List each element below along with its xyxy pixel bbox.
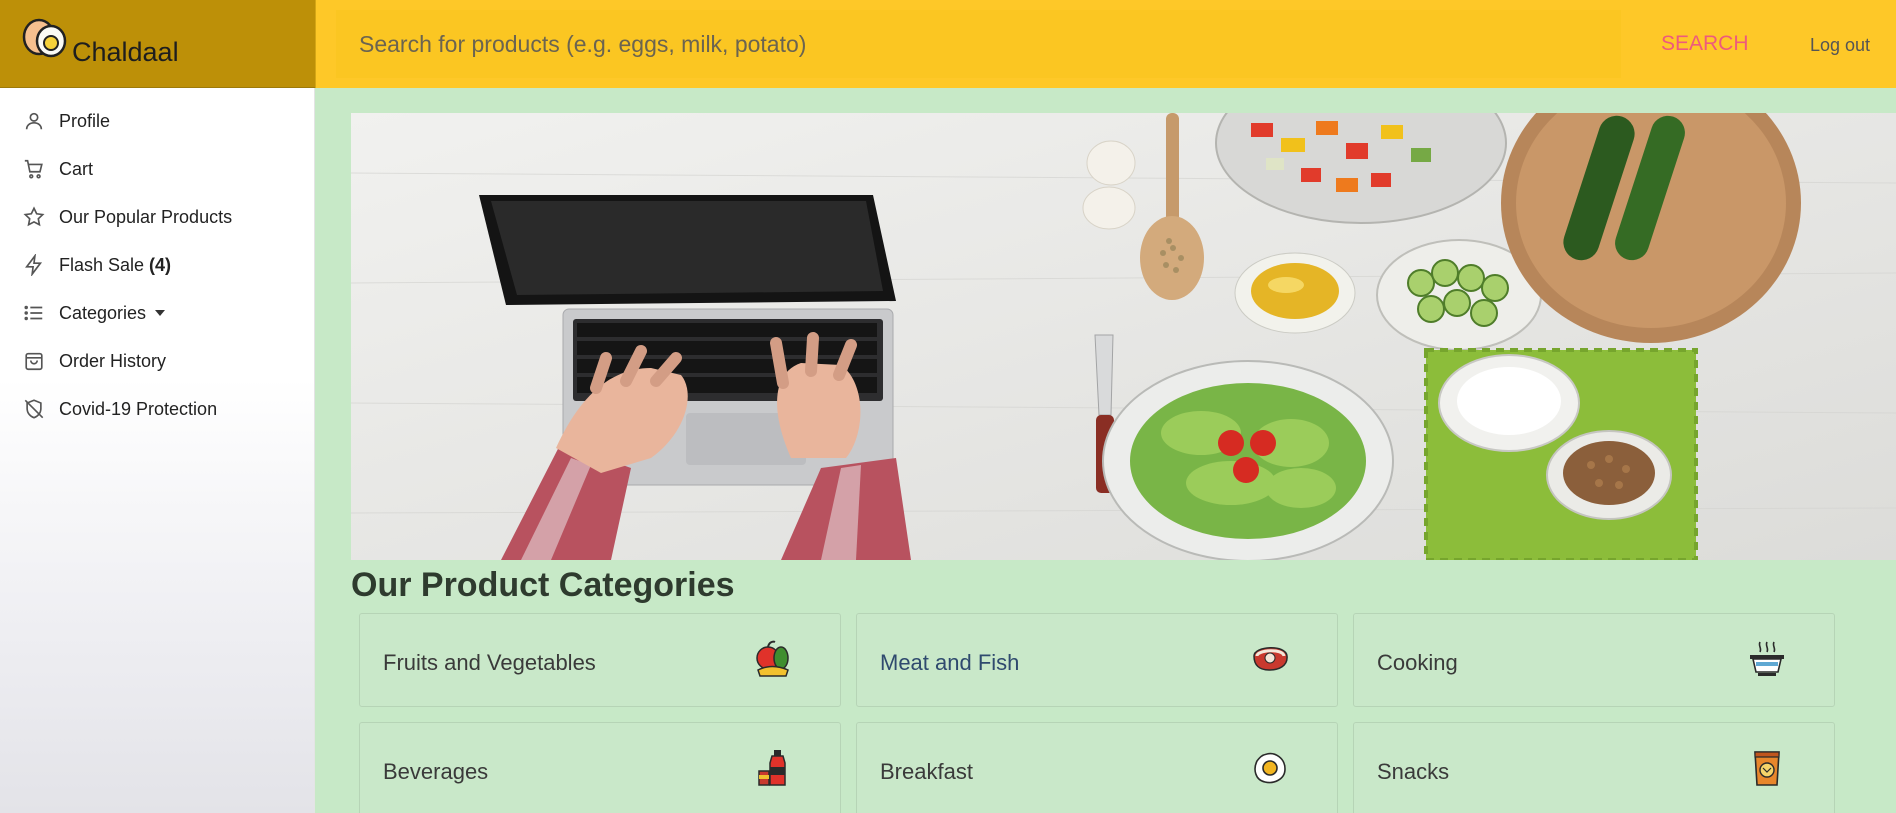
hero-banner bbox=[351, 113, 1896, 560]
salad-plate bbox=[1102, 360, 1394, 560]
category-name: Snacks bbox=[1377, 759, 1450, 784]
section-title: Our Product Categories bbox=[351, 566, 735, 604]
top-bar: SEARCH Log out bbox=[315, 0, 1896, 88]
oil-bowl bbox=[1234, 252, 1356, 334]
sidebar-item-covid-protection[interactable]: Covid-19 Protection bbox=[22, 391, 217, 427]
main-content: Our Product Categories Fruits and Vegeta… bbox=[315, 88, 1896, 813]
category-card-meat-fish[interactable]: Meat and Fish bbox=[856, 613, 1338, 707]
cart-icon bbox=[22, 157, 46, 181]
sidebar-item-label: Flash Sale bbox=[59, 254, 145, 275]
chevron-down-icon bbox=[155, 310, 166, 316]
sidebar-item-order-history[interactable]: Order History bbox=[22, 343, 166, 379]
fried-egg-icon bbox=[1249, 747, 1291, 789]
sidebar-item-label: Order History bbox=[59, 350, 167, 371]
category-name: Meat and Fish bbox=[880, 650, 1020, 675]
flash-sale-count: (4) bbox=[149, 254, 172, 275]
category-card-snacks[interactable]: Snacks bbox=[1353, 722, 1835, 813]
sidebar-item-label: Cart bbox=[59, 158, 94, 179]
brand-area[interactable]: Chaldaal bbox=[0, 0, 315, 88]
brand-name: Chaldaal bbox=[72, 37, 179, 67]
snack-bag-icon bbox=[1746, 747, 1788, 789]
category-card-beverages[interactable]: Beverages bbox=[359, 722, 841, 813]
sidebar-item-profile[interactable]: Profile bbox=[22, 103, 110, 139]
sidebar: Profile Cart Our Popular Products Flash … bbox=[0, 88, 315, 813]
sidebar-item-popular-products[interactable]: Our Popular Products bbox=[22, 199, 232, 235]
category-card-cooking[interactable]: Cooking bbox=[1353, 613, 1835, 707]
sidebar-item-label: Profile bbox=[59, 110, 111, 131]
category-name: Breakfast bbox=[880, 759, 973, 784]
napkin bbox=[1424, 348, 1698, 560]
user-icon bbox=[22, 109, 46, 133]
sidebar-item-flash-sale[interactable]: Flash Sale (4) bbox=[22, 247, 171, 283]
shield-off-icon bbox=[22, 397, 46, 421]
search-button[interactable]: SEARCH bbox=[1661, 32, 1749, 56]
sidebar-item-cart[interactable]: Cart bbox=[22, 151, 93, 187]
category-card-fruits-vegetables[interactable]: Fruits and Vegetables bbox=[359, 613, 841, 707]
category-name: Fruits and Vegetables bbox=[383, 650, 596, 675]
list-icon bbox=[22, 301, 46, 325]
category-card-breakfast[interactable]: Breakfast bbox=[856, 722, 1338, 813]
category-name: Beverages bbox=[383, 759, 489, 784]
eggs-logo-icon bbox=[20, 13, 72, 65]
sidebar-item-label: Covid-19 Protection bbox=[59, 398, 218, 419]
category-name: Cooking bbox=[1377, 650, 1458, 675]
meat-icon bbox=[1249, 638, 1291, 680]
search-input[interactable] bbox=[336, 10, 1621, 78]
shopping-bag-icon bbox=[22, 349, 46, 373]
beverages-icon bbox=[752, 747, 794, 789]
hero-illustration bbox=[351, 113, 1896, 560]
lightning-icon bbox=[22, 253, 46, 277]
fruits-vegetables-icon bbox=[752, 638, 794, 680]
sidebar-item-label: Categories bbox=[59, 302, 147, 323]
cooking-pot-icon bbox=[1746, 638, 1788, 680]
sidebar-item-categories[interactable]: Categories bbox=[22, 295, 166, 331]
sidebar-item-label: Our Popular Products bbox=[59, 206, 233, 227]
star-icon bbox=[22, 205, 46, 229]
logout-link[interactable]: Log out bbox=[1810, 35, 1870, 56]
